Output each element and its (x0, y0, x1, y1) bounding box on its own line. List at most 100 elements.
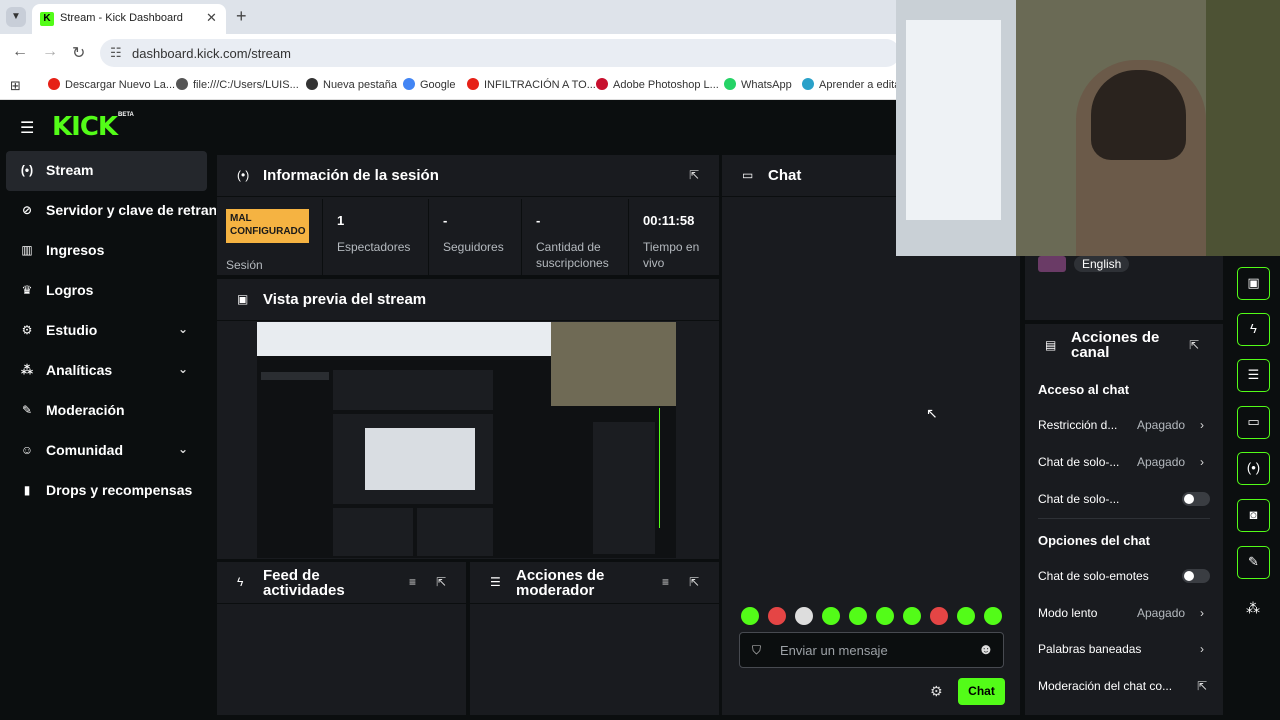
sidebar-item-drops[interactable]: ▮ Drops y recompensas (6, 471, 207, 511)
sidebar-item-server-key[interactable]: ⊘ Servidor y clave de retransmisión (6, 191, 216, 231)
chart-icon: ▥ (21, 243, 33, 257)
wrench-icon[interactable]: ✎ (1237, 546, 1270, 579)
bookmark-label: WhatsApp (741, 79, 792, 91)
browser-tab-strip: ▼ K Stream - Kick Dashboard ✕ + (0, 0, 900, 34)
bookmark-item[interactable]: Adobe Photoshop L... (596, 78, 719, 91)
moderator-actions-panel: ☰ Acciones de moderador ≡ ⇱ (470, 562, 719, 715)
drops-icon: ▮ (23, 483, 31, 497)
reload-icon[interactable]: ↻ (72, 43, 85, 63)
chevron-right-icon: › (1200, 642, 1204, 656)
send-chat-button[interactable]: Chat (958, 678, 1005, 705)
sidebar-item-moderation[interactable]: ✎ Moderación (6, 391, 207, 431)
bookmark-item[interactable]: Descargar Nuevo La... (48, 78, 175, 91)
camera-icon[interactable]: ◙ (1237, 499, 1270, 532)
preview-sidebar-active (261, 372, 329, 380)
stat-label: Cantidad de suscripciones (536, 240, 609, 270)
bookmark-label: INFILTRACIÓN A TO... (484, 79, 596, 91)
link-icon: ⊘ (21, 203, 33, 217)
bookmark-item[interactable]: file:///C:/Users/LUIS... (176, 78, 299, 91)
bookmark-favicon-icon (48, 78, 60, 90)
pop-out-icon[interactable]: ⇱ (689, 575, 699, 589)
chevron-right-icon: › (1200, 606, 1204, 620)
row-label: Chat de solo-emotes (1038, 569, 1149, 583)
lightning-icon[interactable]: ϟ (1237, 313, 1270, 346)
emote-icon[interactable] (849, 607, 867, 625)
toggle-switch[interactable] (1182, 492, 1210, 506)
mouse-cursor-icon: ↖ (926, 405, 938, 421)
emote-icon[interactable] (768, 607, 786, 625)
apps-grid-icon[interactable]: ⊞ (10, 78, 21, 94)
sidebar-item-label: Estudio (46, 322, 98, 338)
new-tab-plus-icon[interactable]: + (236, 6, 247, 27)
emote-icon[interactable] (984, 607, 1002, 625)
emote-icon[interactable] (822, 607, 840, 625)
filter-icon[interactable]: ≡ (409, 575, 416, 589)
emoji-picker-icon[interactable]: ☻ (978, 641, 994, 658)
chat-icon[interactable]: ▭ (1237, 406, 1270, 439)
filter-icon[interactable]: ≡ (662, 575, 669, 589)
emote-icon[interactable] (903, 607, 921, 625)
chevron-down-icon: ⌄ (178, 322, 189, 336)
close-tab-icon[interactable]: ✕ (206, 10, 217, 26)
broadcast-icon[interactable]: (•) (1237, 452, 1270, 485)
forward-arrow-icon[interactable]: → (42, 43, 58, 61)
broadcast-icon: (•) (20, 163, 34, 177)
sidebar-item-income[interactable]: ▥ Ingresos (6, 231, 207, 271)
bookmark-item[interactable]: Aprender a editar (802, 78, 904, 91)
pop-out-icon[interactable]: ⇱ (436, 575, 446, 589)
emote-icon[interactable] (876, 607, 894, 625)
sidebar-item-label: Stream (46, 162, 94, 178)
divider (1038, 518, 1210, 519)
toggle-switch[interactable] (1182, 569, 1210, 583)
window-light (906, 20, 1001, 220)
emote-icon[interactable] (930, 607, 948, 625)
bookmark-item[interactable]: Nueva pestaña (306, 78, 397, 91)
bookmark-item[interactable]: Google (403, 78, 455, 91)
pop-out-icon[interactable]: ⇱ (1189, 338, 1199, 352)
chat-message-input[interactable]: ⛉ Enviar un mensaje ☻ (739, 632, 1004, 668)
background-shelf (1206, 0, 1280, 256)
stat-value: - (443, 213, 448, 228)
row-value: Apagado (1137, 606, 1186, 620)
sidebar-item-stream[interactable]: (•) Stream (6, 151, 207, 191)
menu-hamburger-icon[interactable]: ☰ (20, 118, 34, 138)
emote-icon[interactable] (741, 607, 759, 625)
browser-tab-active[interactable]: K Stream - Kick Dashboard ✕ (32, 4, 226, 34)
session-info-header: (•) Información de la sesión ⇱ (217, 155, 719, 197)
sidebar-item-label: Servidor y clave de retransmisión (46, 202, 216, 218)
stat-value: - (536, 213, 541, 228)
list-icon[interactable]: ☰ (1237, 359, 1270, 392)
stat-label: Espectadores (337, 240, 411, 254)
more-options-icon[interactable]: ⁂ (1246, 600, 1260, 617)
sidebar-item-analytics[interactable]: ⁂ Analíticas ⌄ (6, 351, 207, 391)
emote-icon[interactable] (795, 607, 813, 625)
bookmark-item[interactable]: WhatsApp (724, 78, 792, 91)
bookmark-favicon-icon (306, 78, 318, 90)
stat-value: 00:11:58 (643, 213, 695, 228)
emote-icon[interactable] (957, 607, 975, 625)
pop-out-icon[interactable]: ⇱ (689, 168, 699, 182)
channel-actions-title: Acciones de canal (1071, 329, 1160, 361)
bookmark-item[interactable]: INFILTRACIÓN A TO... (467, 78, 596, 91)
stream-preview-header: ▣ Vista previa del stream (217, 279, 719, 321)
sidebar-item-community[interactable]: ☺ Comunidad ⌄ (6, 431, 207, 471)
preview-icon[interactable]: ▣ (1237, 267, 1270, 300)
sidebar-item-achievements[interactable]: ♛ Logros (6, 271, 207, 311)
kick-logo[interactable]: KICK (52, 112, 118, 142)
trophy-icon: ♛ (21, 283, 33, 297)
preview-mod (417, 508, 493, 556)
site-settings-icon[interactable]: ☷ (110, 45, 122, 61)
tab-search-chevron-icon[interactable]: ▼ (6, 7, 26, 27)
chat-settings-gear-icon[interactable]: ⚙ (930, 683, 943, 700)
back-arrow-icon[interactable]: ← (12, 43, 28, 61)
stream-info-card: English (1025, 256, 1223, 320)
bookmark-label: Adobe Photoshop L... (613, 79, 719, 91)
url-input[interactable]: ☷ dashboard.kick.com/stream (100, 39, 900, 67)
stream-preview-video[interactable] (257, 322, 676, 558)
sidebar-item-studio[interactable]: ⚙ Estudio ⌄ (6, 311, 207, 351)
bookmark-favicon-icon (176, 78, 188, 90)
row-label: Modo lento (1038, 606, 1098, 620)
moderator-actions-title: Acciones de moderador (516, 567, 605, 599)
bookmark-favicon-icon (467, 78, 479, 90)
stat-live-time: 00:11:58 Tiempo en vivo (629, 199, 719, 275)
